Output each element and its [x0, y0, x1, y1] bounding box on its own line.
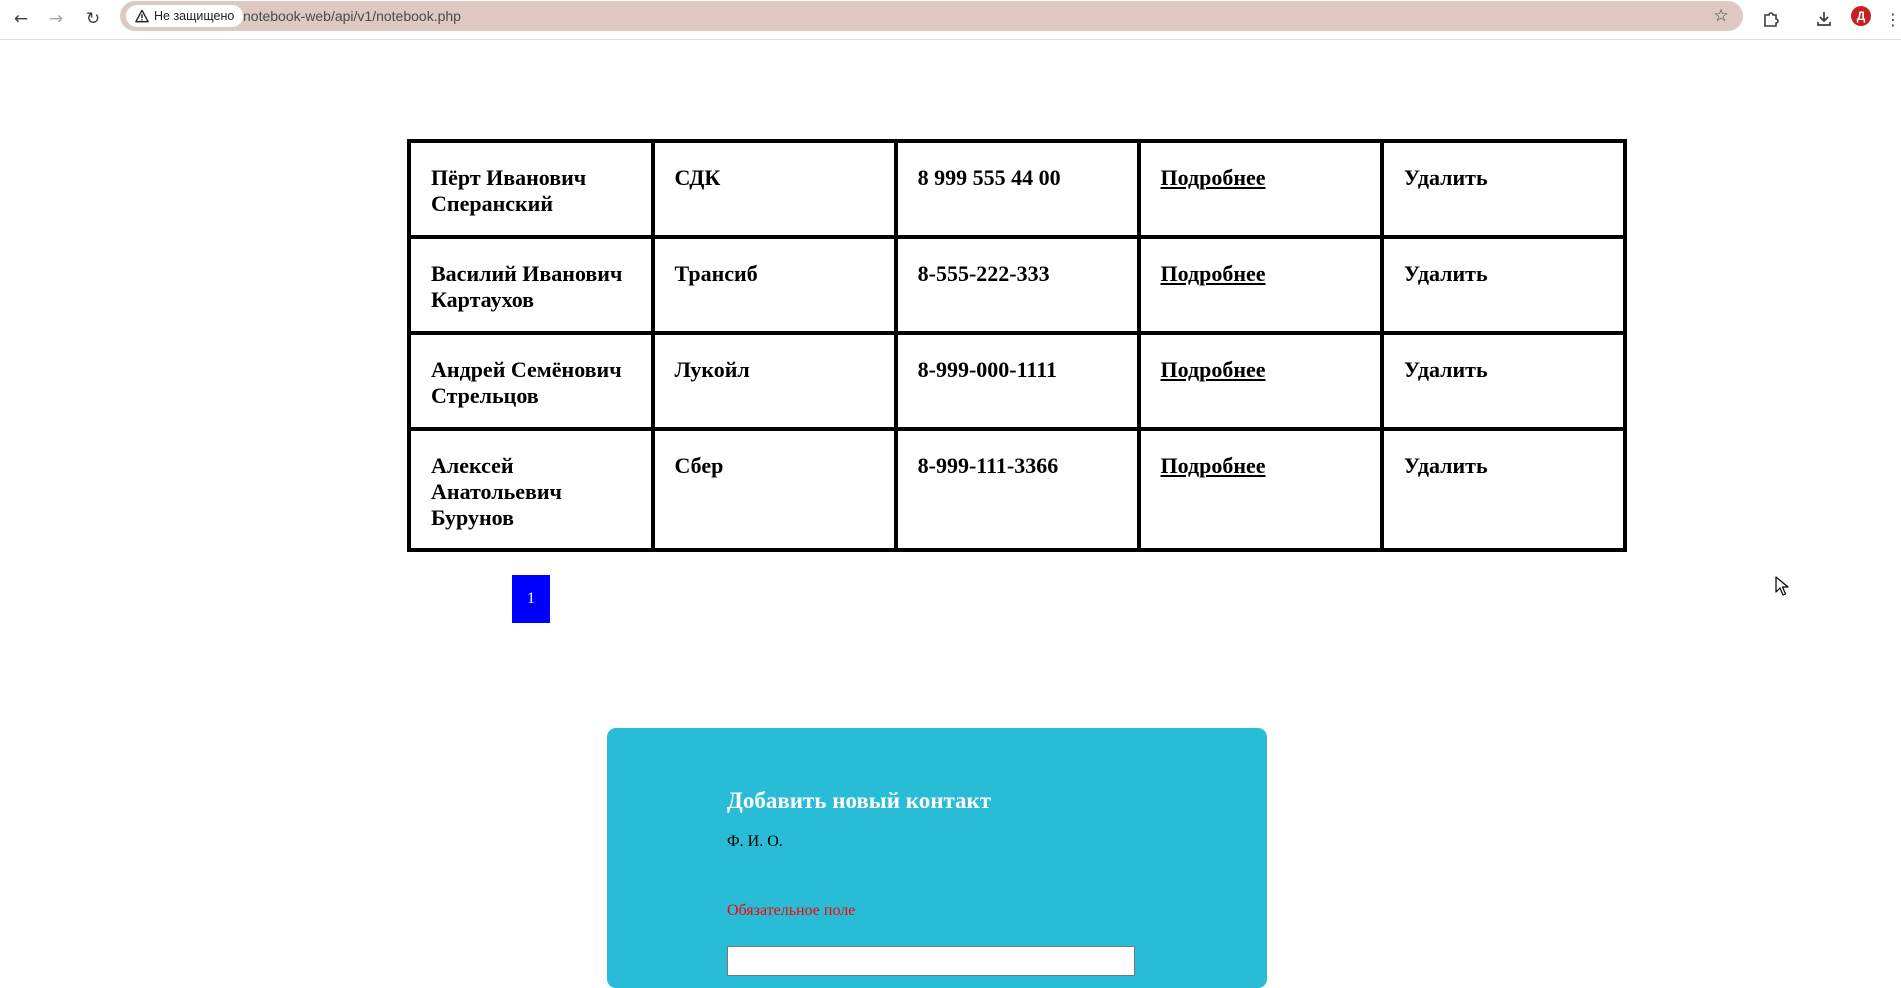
contact-phone: 8-999-111-3366	[895, 429, 1139, 550]
name-field-label: Ф. И. О.	[727, 833, 783, 850]
back-button[interactable]: ←	[6, 4, 36, 34]
add-contact-form: Добавить новый контакт Ф. И. О. Обязател…	[607, 728, 1267, 988]
table-row: Алексей Анатольевич Бурунов Сбер 8-999-1…	[409, 429, 1625, 550]
mouse-cursor-icon	[1775, 576, 1789, 596]
table-row: Пёрт Иванович Сперанский СДК 8 999 555 4…	[409, 141, 1625, 237]
details-link[interactable]: Подробнее	[1161, 357, 1266, 382]
delete-button[interactable]: Удалить	[1404, 261, 1488, 286]
name-required-error: Обязательное поле	[727, 902, 856, 919]
contact-company: Сбер	[652, 429, 896, 550]
security-label: Не защищено	[154, 9, 235, 23]
security-indicator[interactable]: Не защищено	[126, 5, 244, 27]
delete-cell: Удалить	[1381, 141, 1625, 237]
forward-button[interactable]: →	[41, 4, 71, 34]
more-vert-icon: ⋮	[1885, 9, 1901, 29]
contact-company: Трансиб	[652, 237, 896, 333]
contact-name: Алексей Анатольевич Бурунов	[409, 429, 653, 550]
details-link[interactable]: Подробнее	[1161, 165, 1266, 190]
bookmark-star-button[interactable]: ☆	[1709, 4, 1733, 28]
contact-name: Василий Иванович Картаухов	[409, 237, 653, 333]
name-input[interactable]	[727, 946, 1135, 976]
downloads-button[interactable]	[1809, 4, 1839, 34]
contact-name: Пёрт Иванович Сперанский	[409, 141, 653, 237]
forward-arrow-icon: →	[48, 9, 64, 29]
table-row: Андрей Семёнович Стрельцов Лукойл 8-999-…	[409, 333, 1625, 429]
reload-icon: ↻	[85, 9, 101, 29]
form-title: Добавить новый контакт	[727, 788, 992, 813]
delete-button[interactable]: Удалить	[1404, 453, 1488, 478]
details-link[interactable]: Подробнее	[1161, 453, 1266, 478]
download-icon	[1817, 12, 1831, 26]
url-text[interactable]: notebook-web/api/v1/notebook.php	[243, 8, 461, 24]
browser-menu-button[interactable]: ⋮	[1885, 4, 1901, 34]
contact-company: Лукойл	[652, 333, 896, 429]
reload-button[interactable]: ↻	[78, 4, 108, 34]
details-link[interactable]: Подробнее	[1161, 261, 1266, 286]
puzzle-icon	[1764, 12, 1779, 27]
contact-phone: 8 999 555 44 00	[895, 141, 1139, 237]
page-button-1[interactable]: 1	[512, 575, 550, 623]
details-cell: Подробнее	[1138, 333, 1382, 429]
details-cell: Подробнее	[1138, 141, 1382, 237]
details-cell: Подробнее	[1138, 429, 1382, 550]
profile-avatar[interactable]: Д	[1851, 6, 1871, 26]
contact-phone: 8-555-222-333	[895, 237, 1139, 333]
contacts-table: Пёрт Иванович Сперанский СДК 8 999 555 4…	[407, 139, 1627, 552]
star-icon: ☆	[1713, 6, 1729, 26]
delete-cell: Удалить	[1381, 429, 1625, 550]
contact-name: Андрей Семёнович Стрельцов	[409, 333, 653, 429]
delete-cell: Удалить	[1381, 237, 1625, 333]
table-row: Василий Иванович Картаухов Трансиб 8-555…	[409, 237, 1625, 333]
address-bar[interactable]: Не защищено notebook-web/api/v1/notebook…	[120, 1, 1743, 31]
contact-company: СДК	[652, 141, 896, 237]
details-cell: Подробнее	[1138, 237, 1382, 333]
warning-icon	[135, 9, 149, 23]
browser-toolbar: ← → ↻ Не защищено notebook-web/api/v1/no…	[0, 0, 1901, 40]
delete-button[interactable]: Удалить	[1404, 357, 1488, 382]
extensions-button[interactable]	[1756, 4, 1786, 34]
contact-phone: 8-999-000-1111	[895, 333, 1139, 429]
delete-button[interactable]: Удалить	[1404, 165, 1488, 190]
delete-cell: Удалить	[1381, 333, 1625, 429]
back-arrow-icon: ←	[13, 9, 29, 29]
